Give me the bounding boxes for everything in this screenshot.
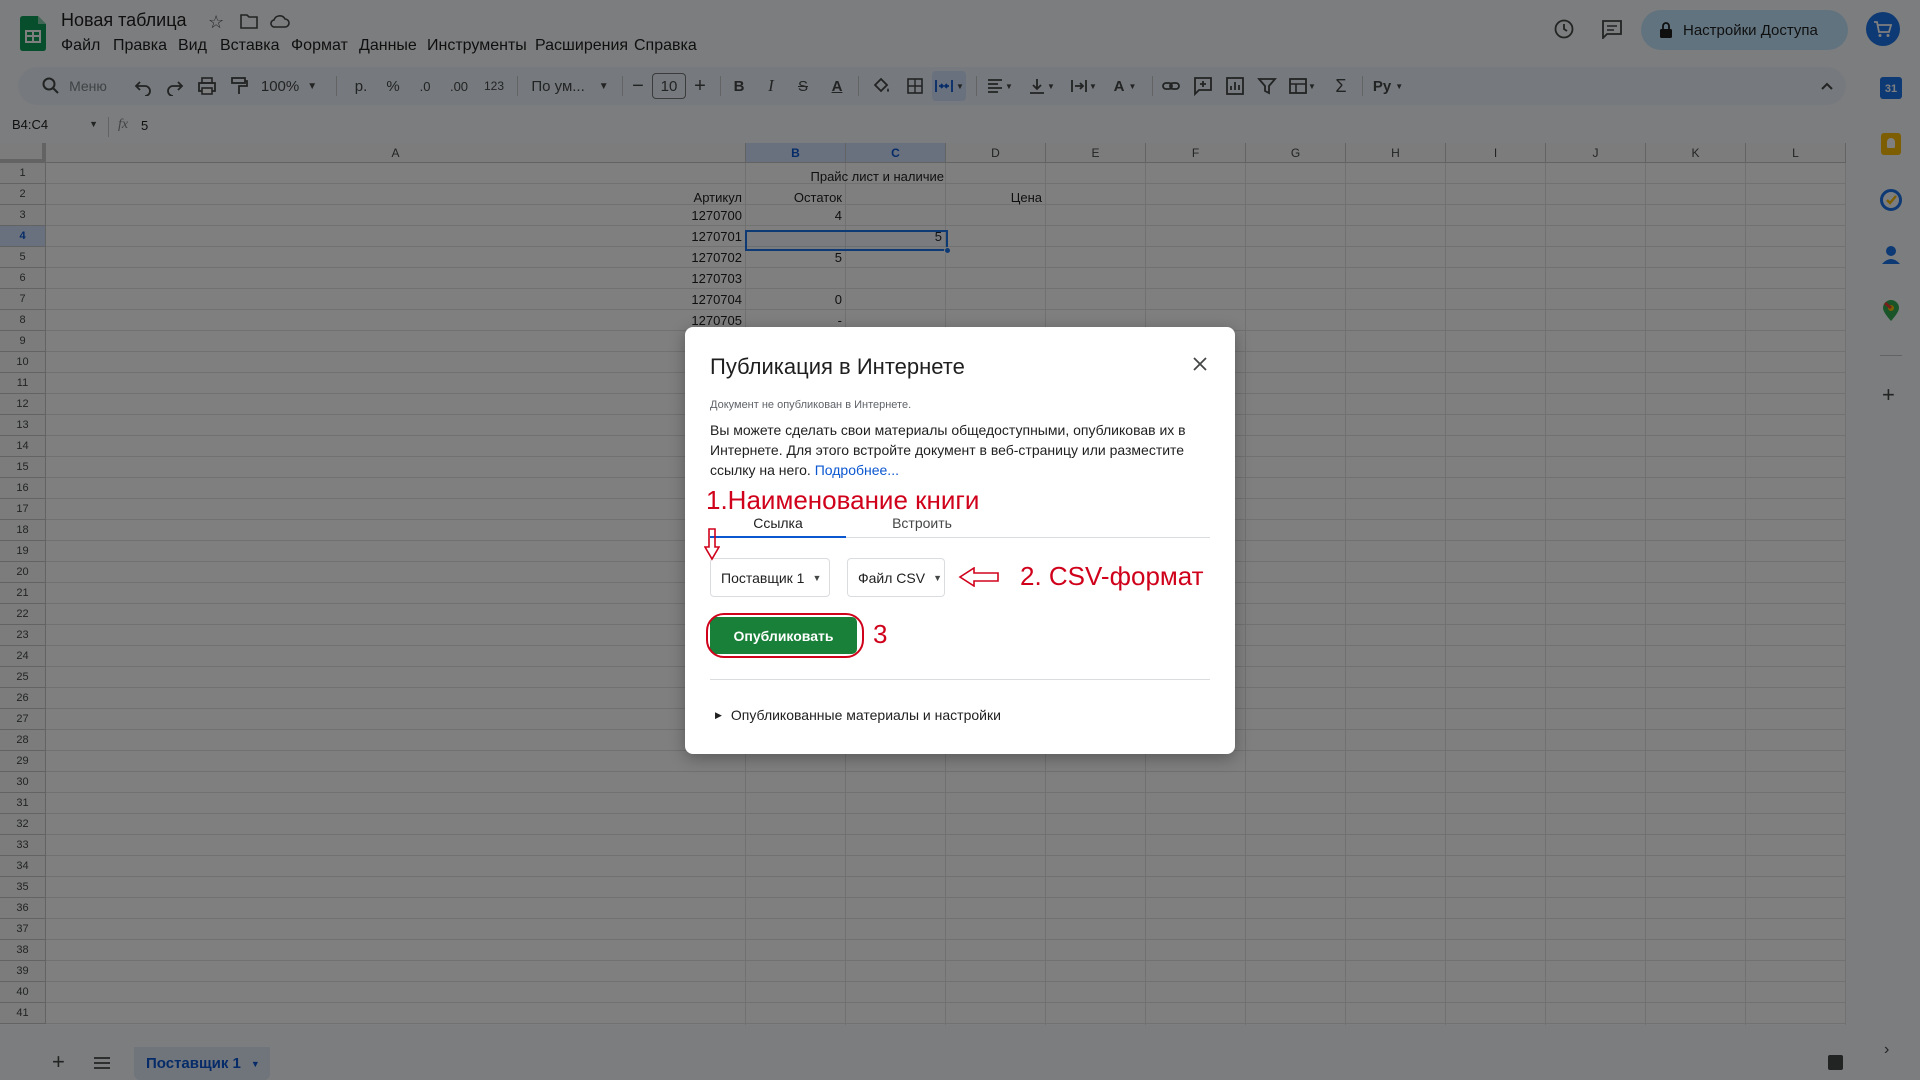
sheet-select[interactable]: Поставщик 1 ▼ (710, 558, 830, 597)
learn-more-link[interactable]: Подробнее... (815, 462, 899, 478)
annotation-highlight-oval (706, 613, 864, 658)
close-button[interactable] (1185, 349, 1215, 379)
publish-dialog: Публикация в Интернете Документ не опубл… (685, 327, 1235, 754)
publish-status: Документ не опубликован в Интернете. (710, 399, 912, 411)
dialog-description: Вы можете сделать свои материалы общедос… (710, 420, 1210, 480)
annotation-arrow-left-icon (958, 566, 1000, 592)
published-settings-toggle[interactable]: ▶ Опубликованные материалы и настройки (715, 707, 1001, 723)
format-select[interactable]: Файл CSV ▼ (847, 558, 945, 597)
tab-embed-label: Встроить (892, 515, 952, 531)
annotation-2: 2. CSV-формат (1020, 561, 1204, 591)
chevron-down-icon: ▼ (933, 572, 943, 583)
format-select-value: Файл CSV (858, 569, 926, 586)
close-icon (1193, 357, 1207, 371)
sheet-select-value: Поставщик 1 (721, 569, 805, 586)
annotation-1: 1.Наименование книги (706, 485, 980, 515)
chevron-down-icon: ▼ (812, 572, 822, 583)
tab-link-label: Ссылка (753, 515, 803, 531)
published-settings-label: Опубликованные материалы и настройки (730, 707, 1001, 723)
description-text: Вы можете сделать свои материалы общедос… (710, 422, 1186, 478)
caret-right-icon: ▶ (715, 709, 722, 720)
dialog-title: Публикация в Интернете (710, 354, 965, 379)
annotation-arrow-down-icon (703, 527, 721, 566)
annotation-3: 3 (873, 619, 888, 649)
